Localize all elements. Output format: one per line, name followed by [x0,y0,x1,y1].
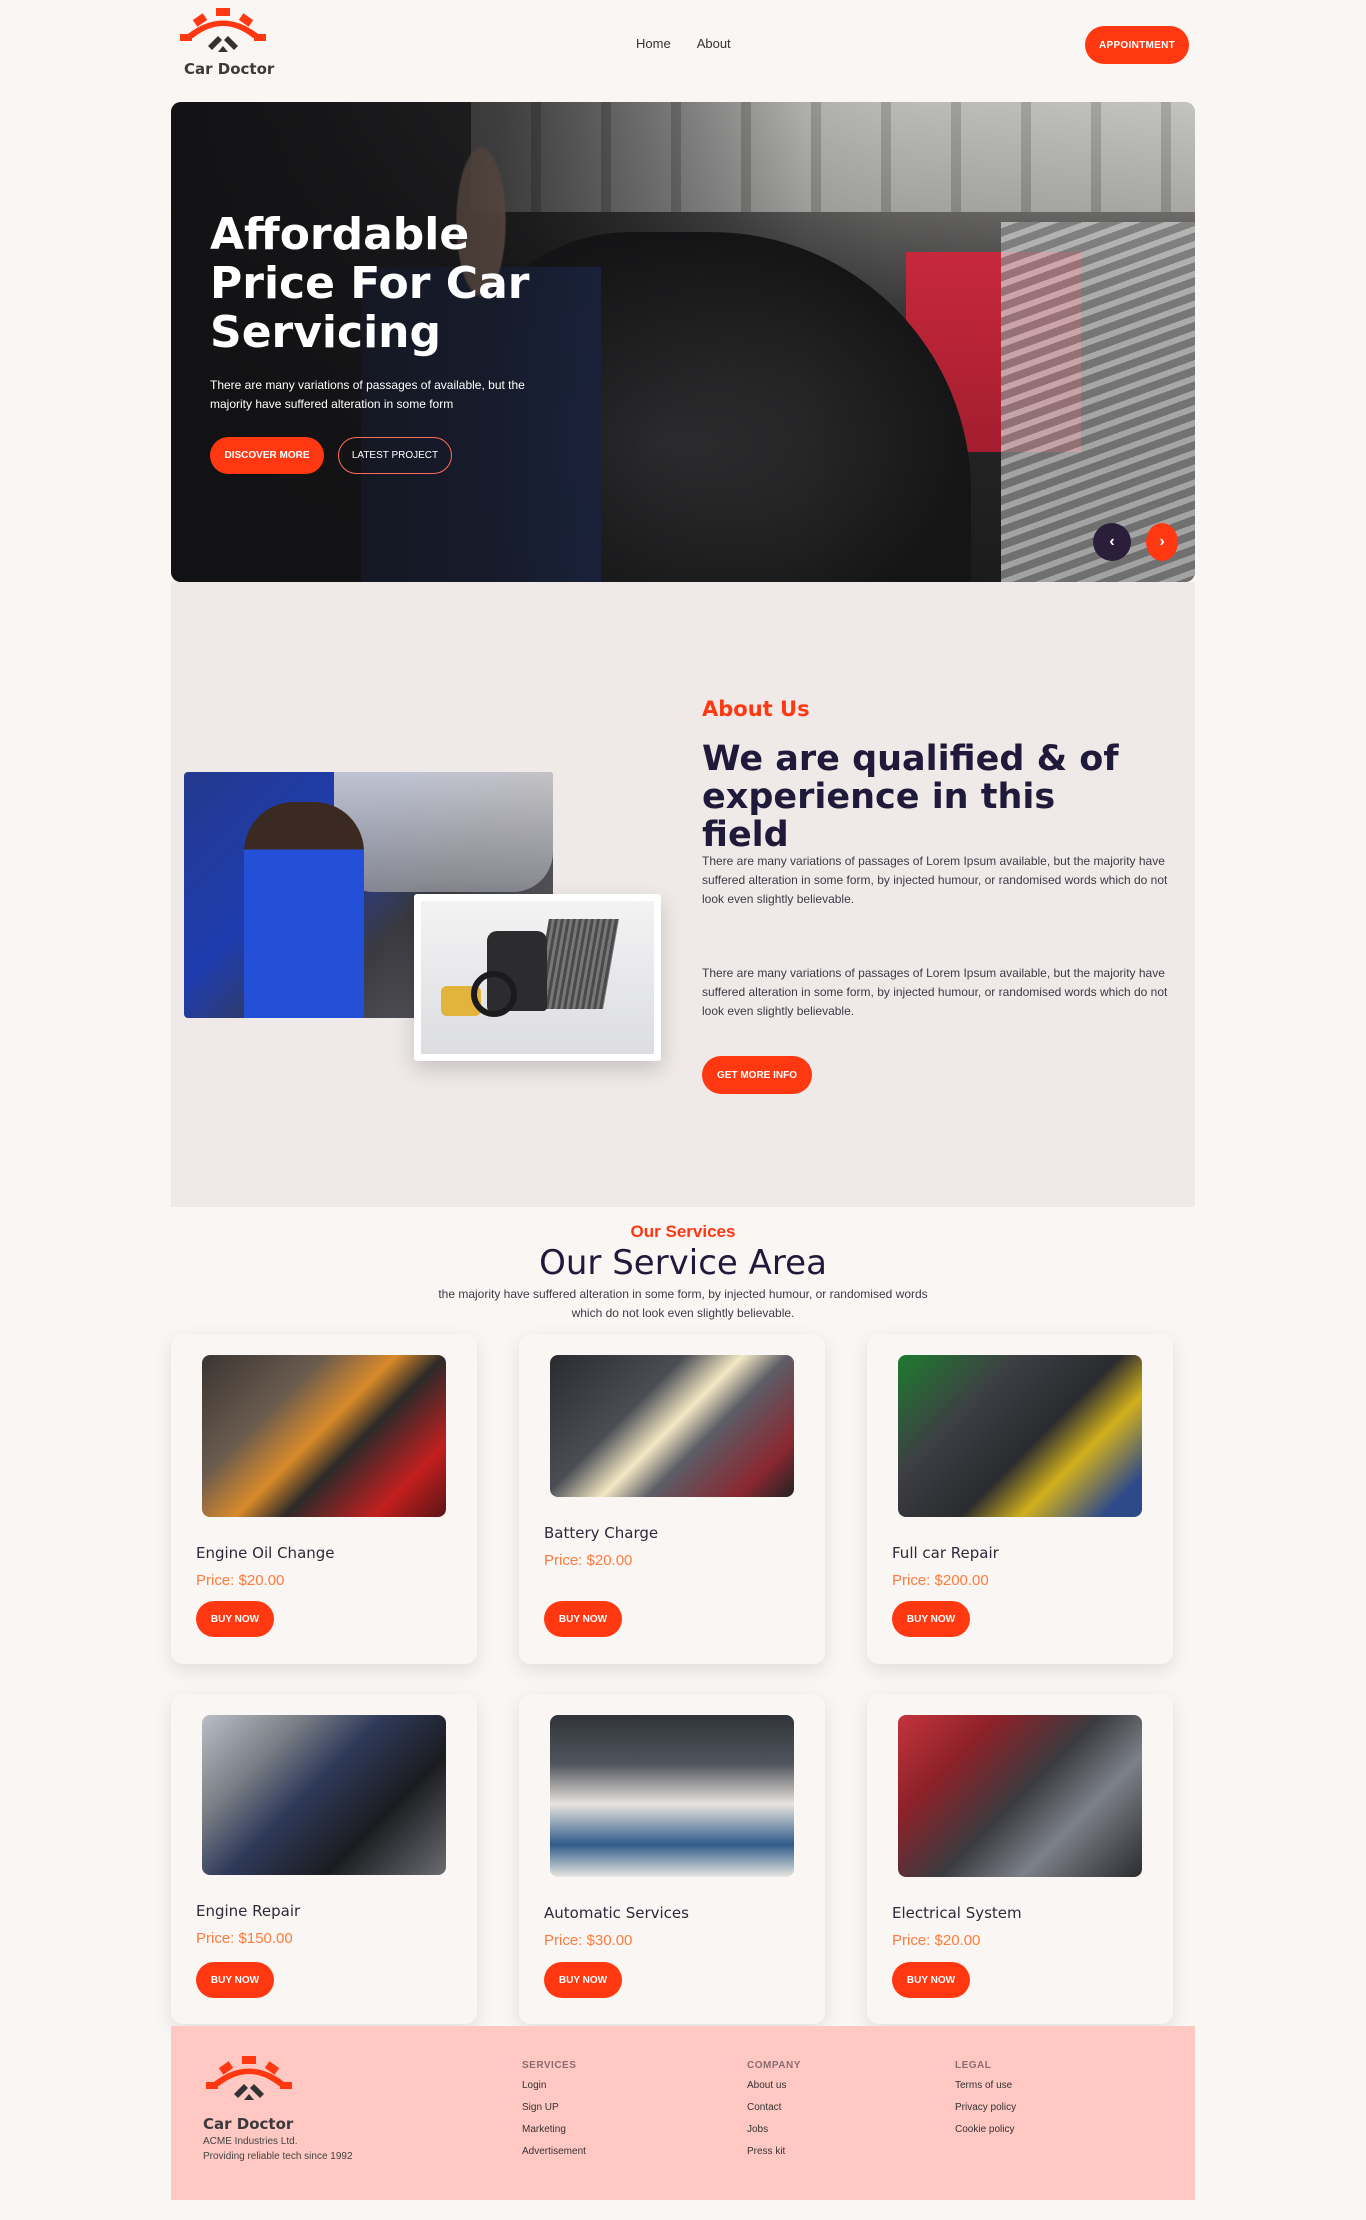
footer-tagline: Providing reliable tech since 1992 [203,2151,353,2162]
service-price: Price: $20.00 [544,1552,633,1569]
services-subtitle: the majority have suffered alteration in… [438,1287,928,1320]
main-nav: Home About [636,36,731,51]
logo-gear-icon [180,8,266,52]
service-image-engine-oil [202,1355,446,1517]
latest-project-button[interactable]: LATEST PROJECT [338,437,452,474]
service-image-battery [550,1355,794,1497]
buy-now-button[interactable]: BUY NOW [196,1601,274,1637]
footer-link-terms[interactable]: Terms of use [955,2080,1016,2102]
footer-heading: LEGAL [955,2060,992,2071]
buy-now-button[interactable]: BUY NOW [544,1601,622,1637]
buy-now-button[interactable]: BUY NOW [196,1962,274,1998]
footer-link-about[interactable]: About us [747,2080,801,2102]
belt-shape [471,971,517,1017]
mechanic-shape [244,802,364,1018]
footer-logo-gear-icon [206,2056,292,2100]
footer-link-contact[interactable]: Contact [747,2102,801,2124]
footer-heading: SERVICES [522,2060,577,2071]
service-card: Engine Repair Price: $150.00 BUY NOW [171,1694,477,2024]
footer-link-press[interactable]: Press kit [747,2146,801,2168]
service-card: Full car Repair Price: $200.00 BUY NOW [867,1334,1173,1664]
car-hood-shape [334,772,553,892]
footer-column-company: COMPANY About us Contact Jobs Press kit [747,2060,801,2168]
logo[interactable]: Car Doctor [178,8,278,80]
hero-title: Affordable Price For Car Servicing [210,209,530,358]
footer-link-advertisement[interactable]: Advertisement [522,2146,586,2168]
appointment-button[interactable]: APPOINTMENT [1085,26,1189,64]
chevron-left-icon[interactable]: ‹ [1093,523,1131,561]
buy-now-button[interactable]: BUY NOW [892,1601,970,1637]
services-title: Our Service Area [539,1243,827,1283]
about-label: About Us [702,697,810,721]
service-image-electrical [898,1715,1142,1877]
footer-heading: COMPANY [747,2060,801,2071]
service-name: Engine Repair [196,1902,301,1920]
about-paragraph-2: There are many variations of passages of… [702,966,1168,1018]
footer-brand: Car Doctor [203,2115,294,2133]
service-image-engine-repair [202,1715,446,1875]
footer-link-marketing[interactable]: Marketing [522,2124,586,2146]
about-paragraph-1: There are many variations of passages of… [702,854,1168,906]
header: Car Doctor Home About APPOINTMENT [171,0,1195,100]
service-price: Price: $200.00 [892,1572,989,1589]
buy-now-button[interactable]: BUY NOW [544,1962,622,1998]
service-name: Electrical System [892,1904,1022,1922]
service-card: Electrical System Price: $20.00 BUY NOW [867,1694,1173,2024]
footer-company: ACME Industries Ltd. [203,2136,298,2147]
parts-photo [421,901,654,1054]
service-price: Price: $150.00 [196,1930,293,1947]
footer-column-legal: LEGAL Terms of use Privacy policy Cookie… [955,2060,1016,2146]
service-image-automatic [550,1715,794,1877]
service-name: Full car Repair [892,1544,999,1562]
hero-banner: Affordable Price For Car Servicing There… [171,102,1195,582]
chevron-right-icon[interactable]: › [1146,523,1178,561]
footer-link-jobs[interactable]: Jobs [747,2124,801,2146]
get-more-info-button[interactable]: GET MORE INFO [702,1056,812,1094]
services-label: Our Services [630,1222,736,1241]
footer-link-signup[interactable]: Sign UP [522,2102,586,2124]
footer-column-services: SERVICES Login Sign UP Marketing Adverti… [522,2060,586,2168]
brand-name: Car Doctor [184,60,275,78]
service-name: Automatic Services [544,1904,689,1922]
service-price: Price: $30.00 [544,1932,633,1949]
footer-link-privacy[interactable]: Privacy policy [955,2102,1016,2124]
service-name: Engine Oil Change [196,1544,335,1562]
discover-more-button[interactable]: DISCOVER MORE [210,437,324,474]
nav-home[interactable]: Home [636,36,671,51]
service-image-full-repair [898,1355,1142,1517]
service-price: Price: $20.00 [196,1572,285,1589]
service-price: Price: $20.00 [892,1932,981,1949]
about-section: About Us We are qualified & of experienc… [171,582,1195,1207]
service-card: Battery Charge Price: $20.00 BUY NOW [519,1334,825,1664]
about-parts-image [414,894,661,1061]
buy-now-button[interactable]: BUY NOW [892,1962,970,1998]
service-name: Battery Charge [544,1524,659,1542]
service-card: Engine Oil Change Price: $20.00 BUY NOW [171,1334,477,1664]
hero-subtitle: There are many variations of passages of… [210,378,525,411]
nav-about[interactable]: About [697,36,731,51]
footer-link-cookie[interactable]: Cookie policy [955,2124,1016,2146]
about-title: We are qualified & of experience in this… [702,739,1119,855]
footer-link-login[interactable]: Login [522,2080,586,2102]
service-card: Automatic Services Price: $30.00 BUY NOW [519,1694,825,2024]
footer: Car Doctor ACME Industries Ltd. Providin… [171,2026,1195,2200]
